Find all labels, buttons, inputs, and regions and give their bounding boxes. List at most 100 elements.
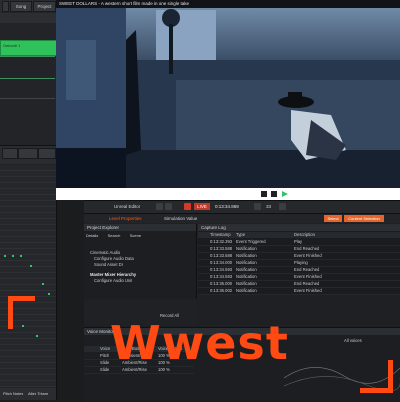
explorer-item[interactable]: Master Mixer Hierarchy [90, 272, 136, 277]
explorer-item[interactable]: Sound Asset Dr [94, 262, 123, 267]
daw-menu-project[interactable]: Project [33, 1, 56, 12]
log-cell-ts: 0:13:34.593 [210, 267, 233, 272]
capture-log: Capture Log Timestamp Type Description 0… [198, 224, 400, 295]
log-cell-ts: 0:13:35.002 [210, 288, 233, 293]
log-row[interactable]: 0:13:34.593 Notification End Reached [198, 267, 400, 274]
voice-cell-voice: Slide [100, 367, 110, 372]
log-cell-desc: End Reached [294, 281, 320, 286]
audio-clip-label: Gekordi 1 [3, 43, 21, 48]
capture-log-header: Capture Log [198, 224, 400, 231]
log-cell-type: Notification [236, 253, 257, 258]
explorer-tabs: Details Search Scene [86, 233, 141, 239]
daw-tool-button[interactable] [2, 148, 18, 159]
piano-roll[interactable] [0, 165, 56, 387]
log-row[interactable]: 0:13:32.393 Event Triggered Play [198, 239, 400, 246]
settings-icon[interactable] [165, 203, 172, 210]
log-cell-desc: Playing [294, 260, 308, 265]
daw-bottom-bar: Pitch Notes Alter Trksm [0, 388, 56, 400]
voice-cell-voice: Pitch [100, 353, 110, 358]
live-badge[interactable]: LIVE [194, 203, 210, 210]
video-player[interactable] [56, 0, 400, 200]
project-explorer: Project Explorer Details Search Scene Ci… [84, 224, 197, 299]
col-type: Type [236, 232, 246, 237]
bottom-button-1[interactable]: Pitch Notes [3, 391, 23, 396]
midi-note[interactable] [12, 255, 14, 257]
log-cell-type: Notification [236, 246, 257, 251]
voice-cell-voice: Slide [100, 360, 110, 365]
frame-display: 33 [266, 204, 272, 209]
panel-label[interactable]: Level Properties [109, 216, 142, 221]
track-line [0, 56, 55, 57]
bottom-button-2[interactable]: Alter Trksm [28, 391, 48, 396]
log-cell-desc: Event Finished [294, 288, 322, 293]
daw-panel: Song Project Gekordi 1 Pitch Notes Alter… [0, 0, 57, 400]
record-icon[interactable] [184, 203, 191, 210]
log-cell-ts: 0:13:33.588 [210, 246, 233, 251]
explorer-item[interactable]: Cinematic Audio [90, 250, 120, 255]
track-line [0, 78, 55, 79]
select-button[interactable]: Select [324, 215, 342, 222]
col-description: Description [294, 232, 315, 237]
video-frame [56, 8, 400, 200]
voice-filter[interactable]: All voices [344, 338, 362, 343]
log-row[interactable]: 0:13:33.588 Notification End Reached [198, 246, 400, 253]
daw-menu-song[interactable]: Song [10, 1, 32, 12]
brand-logo-text: Wwest [110, 316, 289, 370]
log-row[interactable]: 0:13:33.588 Notification Event Finished [198, 253, 400, 260]
log-cell-type: Event Triggered [236, 239, 266, 244]
log-cell-ts: 0:13:34.000 [210, 260, 233, 265]
editor-subbar: Level Properties Simulation Value Select… [84, 214, 400, 223]
midi-note[interactable] [4, 255, 6, 257]
corner-bracket-right [360, 360, 393, 393]
content-selection-button[interactable]: Content Selection [344, 215, 384, 222]
log-cell-type: Notification [236, 260, 257, 265]
log-row[interactable]: 0:13:35.002 Notification Event Finished [198, 288, 400, 295]
midi-note[interactable] [20, 255, 22, 257]
log-cell-type: Notification [236, 267, 257, 272]
log-column-header: Timestamp Type Description [198, 232, 400, 238]
engine-editor: Unreal Editor LIVE 0:13:34.869 33 Level … [84, 200, 400, 402]
log-cell-desc: End Reached [294, 267, 320, 272]
time-display: 0:13:34.869 [215, 204, 239, 209]
daw-tool-button[interactable] [38, 148, 56, 159]
save-icon[interactable] [156, 203, 163, 210]
midi-note[interactable] [42, 283, 44, 285]
audio-clip[interactable]: Gekordi 1 [0, 40, 57, 56]
log-rows: 0:13:32.393 Event Triggered Play 0:13:33.58… [198, 239, 400, 295]
play-icon[interactable] [279, 203, 286, 210]
tab-details[interactable]: Details [86, 233, 98, 238]
col-timestamp: Timestamp [210, 232, 231, 237]
explorer-item[interactable]: Configure Audio Data [94, 256, 134, 261]
project-explorer-header: Project Explorer [84, 224, 196, 231]
log-cell-desc: Event Finished [294, 274, 322, 279]
midi-note[interactable] [48, 293, 50, 295]
editor-label: Unreal Editor [114, 204, 141, 209]
daw-tool-button[interactable] [18, 148, 38, 159]
log-cell-ts: 0:13:35.000 [210, 281, 233, 286]
stop-icon[interactable] [254, 203, 261, 210]
midi-note[interactable] [36, 335, 38, 337]
log-cell-type: Notification [236, 274, 257, 279]
log-row[interactable]: 0:13:34.593 Notification Event Finished [198, 274, 400, 281]
video-title: SWEET DOLLARS - A western short film mad… [56, 0, 400, 8]
log-cell-ts: 0:13:32.393 [210, 239, 233, 244]
midi-note[interactable] [30, 265, 32, 267]
corner-bracket-left [8, 296, 35, 329]
log-cell-type: Notification [236, 281, 257, 286]
tab-search[interactable]: Search [108, 233, 121, 238]
log-row[interactable]: 0:13:34.000 Notification Playing [198, 260, 400, 267]
log-cell-desc: Event Finished [294, 253, 322, 258]
tab-scene[interactable]: Scene [130, 233, 141, 238]
log-cell-ts: 0:13:34.593 [210, 274, 233, 279]
daw-ruler [0, 13, 56, 23]
log-cell-desc: Play [294, 239, 303, 244]
log-cell-desc: End Reached [294, 246, 320, 251]
track-line [0, 98, 55, 99]
explorer-item[interactable]: Configure Audio Unit [94, 278, 132, 283]
mode-label[interactable]: Simulation Value [164, 216, 197, 221]
daw-menu-icon[interactable] [2, 1, 9, 12]
log-row[interactable]: 0:13:35.000 Notification End Reached [198, 281, 400, 288]
daw-menubar: Song Project [0, 0, 56, 12]
col-voice: Voice [100, 346, 111, 351]
log-cell-ts: 0:13:33.588 [210, 253, 233, 258]
